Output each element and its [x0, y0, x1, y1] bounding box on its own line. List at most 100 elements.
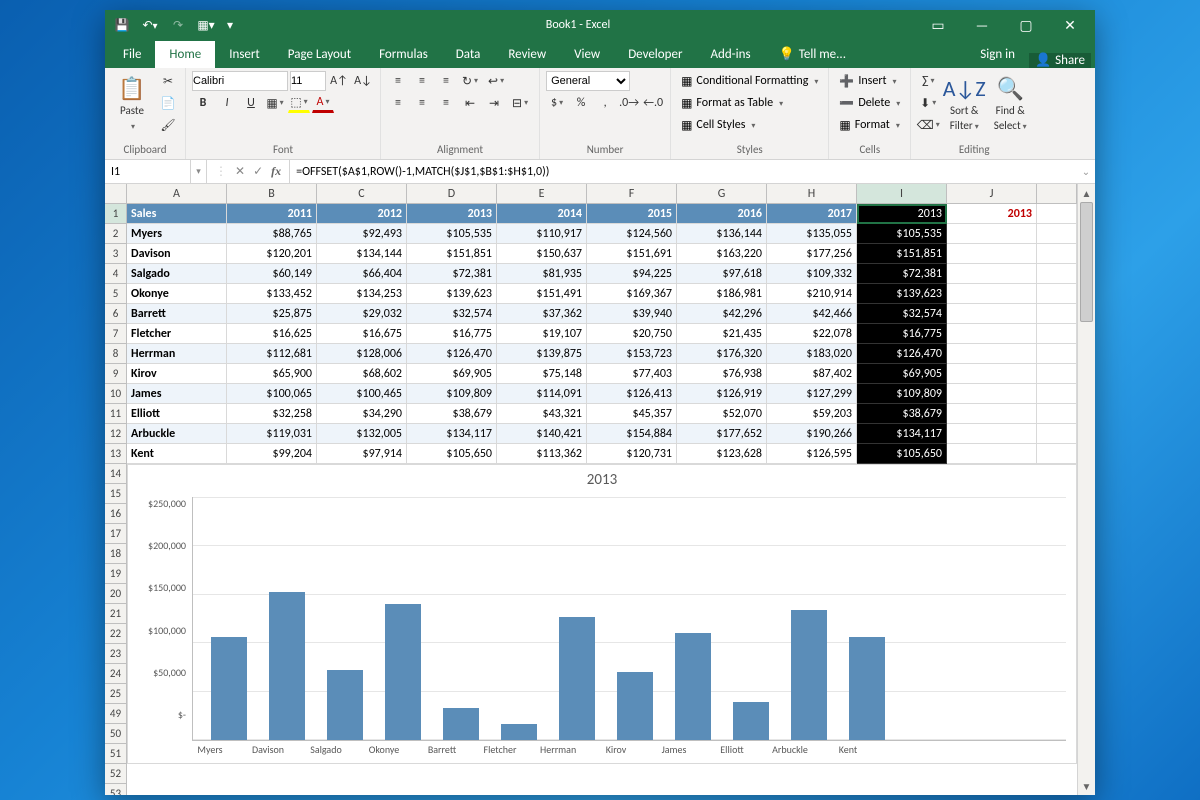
cell[interactable]: $134,253 [317, 284, 407, 304]
row-header[interactable]: 12 [105, 424, 127, 444]
chart-bar[interactable] [385, 604, 421, 740]
cell[interactable]: $34,290 [317, 404, 407, 424]
chart-bar[interactable] [617, 672, 653, 740]
row-header[interactable]: 16 [105, 504, 127, 524]
cell[interactable]: $72,381 [407, 264, 497, 284]
chart-bar[interactable] [327, 670, 363, 740]
ribbon-display-options-icon[interactable]: ▭ [919, 10, 957, 40]
cell[interactable]: $154,884 [587, 424, 677, 444]
cell[interactable]: $29,032 [317, 304, 407, 324]
cell[interactable]: 2014 [497, 204, 587, 224]
cell[interactable]: $183,020 [767, 344, 857, 364]
row-header[interactable]: 11 [105, 404, 127, 424]
row-header[interactable]: 3 [105, 244, 127, 264]
find-select-button[interactable]: 🔍 Find & Select [989, 71, 1031, 135]
cell[interactable]: $76,938 [677, 364, 767, 384]
cell[interactable]: $132,005 [317, 424, 407, 444]
row-header[interactable]: 17 [105, 524, 127, 544]
quickaccess-more-icon[interactable]: ▾ [223, 13, 237, 37]
align-bottom-icon[interactable]: ≡ [435, 71, 457, 91]
fill-icon[interactable]: ⬇ [917, 93, 939, 113]
orientation-icon[interactable]: ↻ [459, 71, 481, 91]
row-header[interactable]: 20 [105, 584, 127, 604]
vertical-scrollbar[interactable]: ▲ ▼ [1077, 184, 1095, 795]
align-middle-icon[interactable]: ≡ [411, 71, 433, 91]
scroll-up-icon[interactable]: ▲ [1078, 184, 1095, 202]
cell[interactable]: $16,775 [857, 324, 947, 344]
chart-bar[interactable] [443, 708, 479, 740]
chart-bar[interactable] [733, 702, 769, 740]
cell[interactable]: $190,266 [767, 424, 857, 444]
cell[interactable]: $140,421 [497, 424, 587, 444]
chart-bar[interactable] [559, 617, 595, 740]
cell[interactable] [947, 364, 1037, 384]
border-icon[interactable]: ▦ [264, 93, 286, 113]
cell[interactable]: Myers [127, 224, 227, 244]
redo-icon[interactable]: ↷ [167, 13, 189, 37]
insert-cells-button[interactable]: ➕Insert [835, 71, 900, 91]
row-header[interactable]: 2 [105, 224, 127, 244]
cell[interactable] [1037, 264, 1077, 284]
sign-in-link[interactable]: Sign in [966, 41, 1029, 68]
row-header[interactable]: 49 [105, 704, 127, 724]
number-format-select[interactable]: General [546, 71, 630, 91]
autosum-icon[interactable]: ∑ [917, 71, 939, 91]
cell[interactable]: $16,625 [227, 324, 317, 344]
cell[interactable]: $127,299 [767, 384, 857, 404]
font-size-input[interactable] [290, 71, 326, 91]
tab-addins[interactable]: Add-ins [696, 41, 764, 68]
cell[interactable]: $32,574 [407, 304, 497, 324]
row-header[interactable]: 9 [105, 364, 127, 384]
cell[interactable]: $38,679 [857, 404, 947, 424]
cell[interactable]: $113,362 [497, 444, 587, 464]
cell[interactable]: $105,650 [407, 444, 497, 464]
cell[interactable]: $134,144 [317, 244, 407, 264]
cell[interactable]: $186,981 [677, 284, 767, 304]
cell[interactable] [1037, 424, 1077, 444]
wrap-text-button[interactable]: ↩ [483, 71, 509, 91]
cell[interactable]: James [127, 384, 227, 404]
cell[interactable]: $163,220 [677, 244, 767, 264]
delete-cells-button[interactable]: ➖Delete [835, 93, 904, 113]
cell[interactable]: $100,465 [317, 384, 407, 404]
chart-bar[interactable] [501, 724, 537, 740]
cell[interactable] [947, 424, 1037, 444]
row-header[interactable]: 14 [105, 464, 127, 484]
cell[interactable]: $100,065 [227, 384, 317, 404]
row-header[interactable]: 13 [105, 444, 127, 464]
cell[interactable]: $69,905 [857, 364, 947, 384]
cell[interactable]: $69,905 [407, 364, 497, 384]
cell[interactable]: $120,731 [587, 444, 677, 464]
align-center-icon[interactable]: ≡ [411, 93, 433, 113]
format-as-table-button[interactable]: ▦Format as Table [677, 93, 787, 113]
decrease-decimal-icon[interactable]: ←.0 [642, 93, 664, 113]
column-header[interactable]: G [677, 184, 767, 204]
cell[interactable]: Kent [127, 444, 227, 464]
cell[interactable]: $45,357 [587, 404, 677, 424]
quickaccess-custom-icon[interactable]: ▦▾ [195, 13, 217, 37]
column-header[interactable]: I [857, 184, 947, 204]
align-top-icon[interactable]: ≡ [387, 71, 409, 91]
cell[interactable]: Kirov [127, 364, 227, 384]
minimize-button[interactable]: — [963, 10, 1001, 40]
column-header[interactable]: J [947, 184, 1037, 204]
cell[interactable]: $151,491 [497, 284, 587, 304]
cell[interactable]: $88,765 [227, 224, 317, 244]
cell[interactable]: Herrman [127, 344, 227, 364]
chart-bar[interactable] [269, 592, 305, 740]
clear-icon[interactable]: ⌫ [917, 115, 939, 135]
align-right-icon[interactable]: ≡ [435, 93, 457, 113]
decrease-font-icon[interactable]: A↓ [352, 71, 374, 91]
cell[interactable]: $151,851 [407, 244, 497, 264]
cell-I1[interactable]: 2013 [857, 204, 947, 224]
chart-bar[interactable] [675, 633, 711, 740]
cut-icon[interactable]: ✂ [157, 71, 179, 91]
tab-file[interactable]: File [109, 41, 155, 68]
cell[interactable]: $177,256 [767, 244, 857, 264]
row-header[interactable]: 53 [105, 784, 127, 795]
cell[interactable]: $43,321 [497, 404, 587, 424]
cell[interactable]: 2013 [407, 204, 497, 224]
cell[interactable]: $72,381 [857, 264, 947, 284]
cell[interactable]: 2015 [587, 204, 677, 224]
bold-button[interactable]: B [192, 93, 214, 113]
